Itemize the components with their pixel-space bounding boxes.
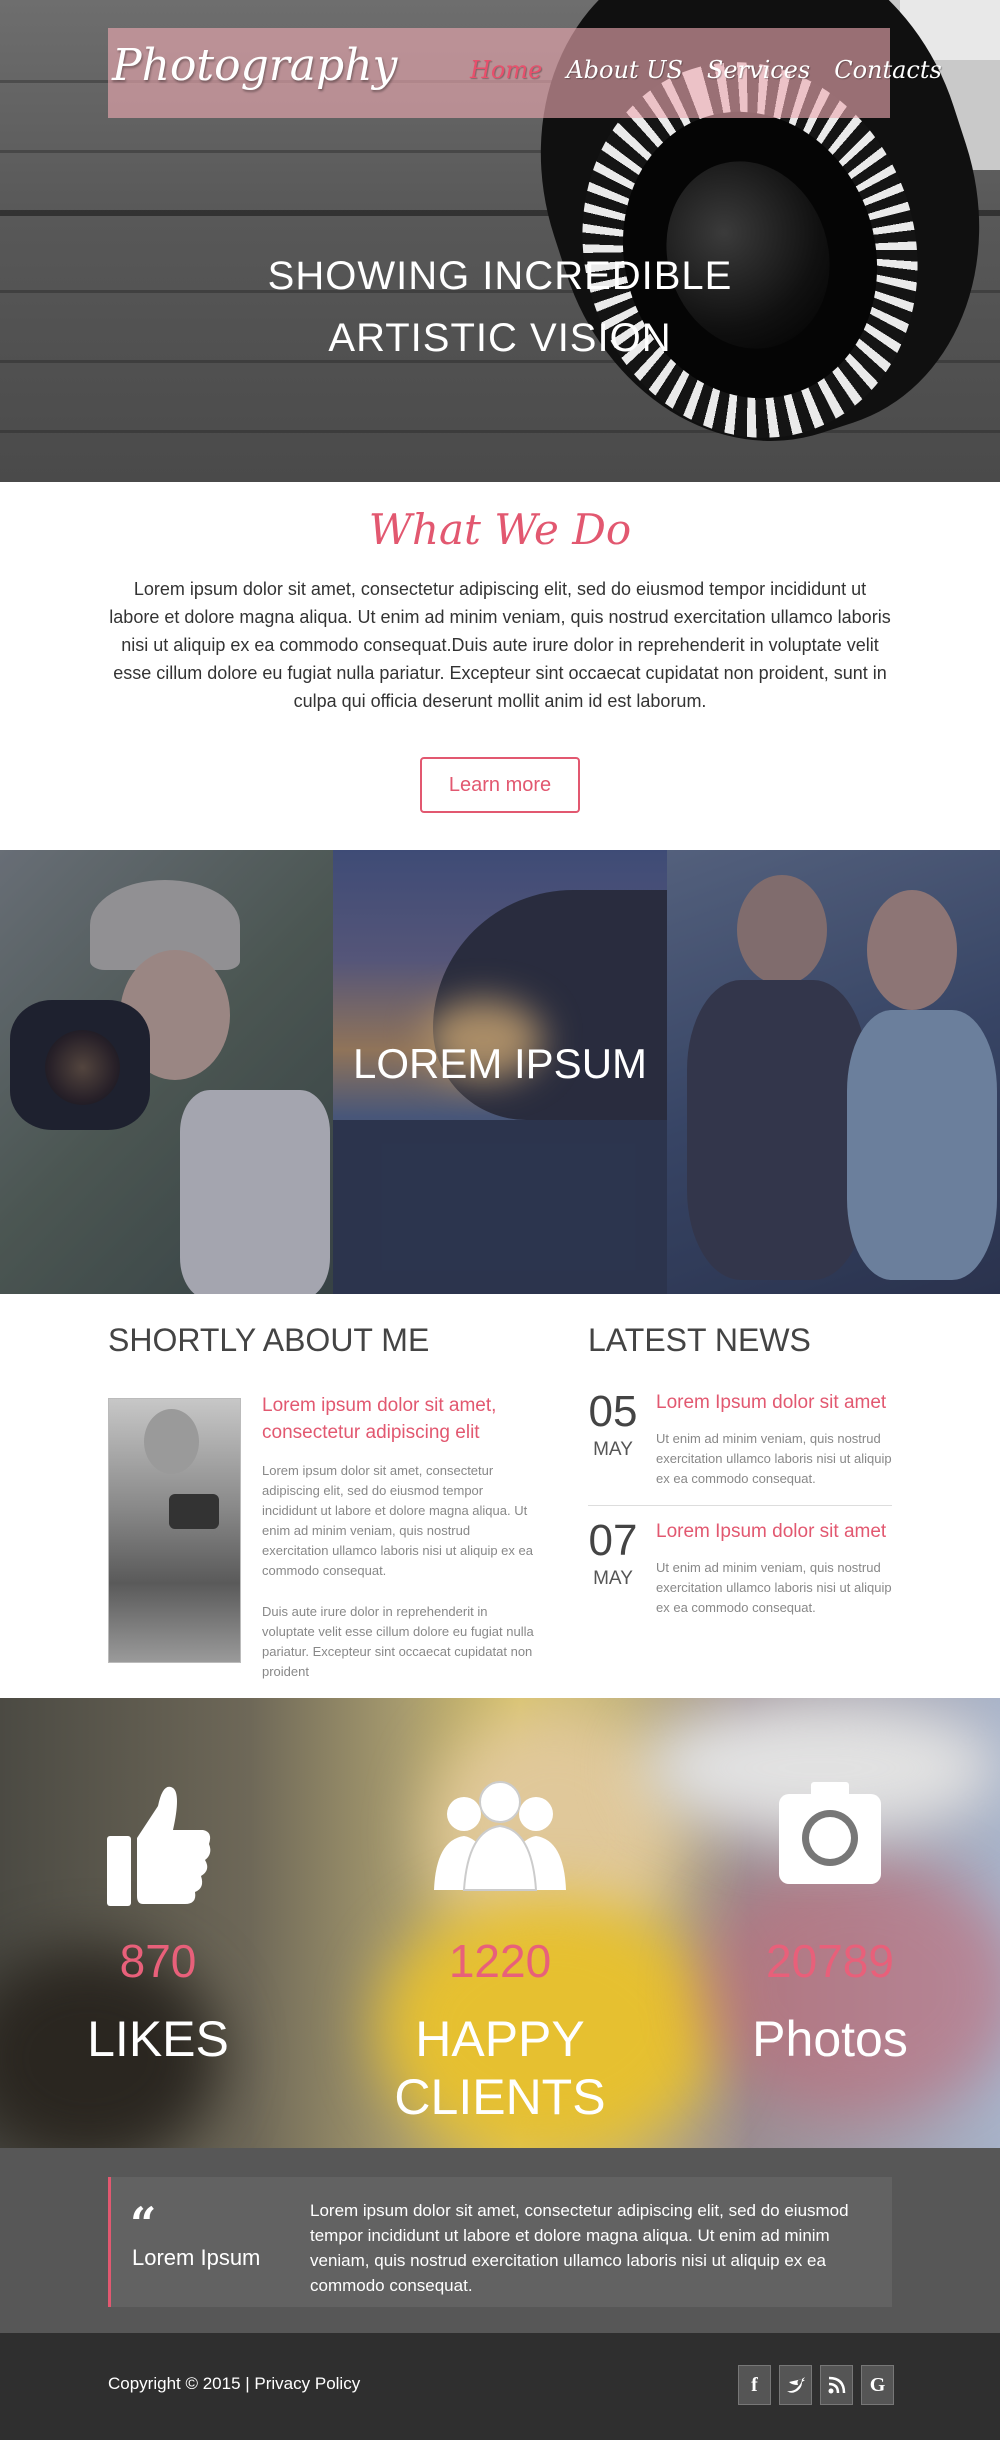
person-head: [144, 1409, 199, 1474]
testimonial-text: Lorem ipsum dolor sit amet, consectetur …: [310, 2201, 849, 2295]
hero-line-1: SHOWING INCREDIBLE: [267, 254, 733, 298]
stat-photos: 20789 Photos: [730, 1698, 930, 2148]
thumbs-up-icon: [103, 1778, 213, 1913]
news-day: 07: [588, 1516, 638, 1565]
about-subheading: Lorem ipsum dolor sit amet, consectetur …: [262, 1395, 497, 1443]
about-paragraph-2: Duis aute irure dolor in reprehenderit i…: [262, 1604, 534, 1679]
about-heading: SHORTLY ABOUT ME: [108, 1322, 430, 1358]
news-text: Ut enim ad minim veniam, quis nostrud ex…: [656, 1431, 892, 1486]
wood-grain: [0, 430, 1000, 433]
stat-happy-clients: 1220 HAPPY CLIENTS: [330, 1698, 670, 2148]
news-title[interactable]: Lorem Ipsum dolor sit amet: [656, 1392, 892, 1414]
news-month: MAY: [593, 1439, 633, 1460]
copyright-text[interactable]: Copyright © 2015 | Privacy Policy: [108, 2374, 360, 2394]
quote-icon: “: [130, 2197, 157, 2251]
testimonial-author: Lorem Ipsum: [132, 2245, 261, 2270]
news-text: Ut enim ad minim veniam, quis nostrud ex…: [656, 1560, 892, 1615]
gallery-title: LOREM IPSUM: [352, 1040, 648, 1087]
gallery-overlay: [0, 850, 333, 1294]
news-item[interactable]: 07 MAY Lorem Ipsum dolor sit amet Ut eni…: [588, 1516, 892, 1626]
about-photo: [108, 1398, 241, 1663]
learn-more-button[interactable]: Learn more: [420, 757, 580, 813]
stat-label: HAPPY CLIENTS: [394, 2011, 606, 2125]
news-item[interactable]: 05 MAY Lorem Ipsum dolor sit amet Ut eni…: [588, 1387, 892, 1497]
google-plus-icon[interactable]: G: [861, 2365, 894, 2405]
nav-home[interactable]: Home: [470, 56, 542, 90]
stats-section: 870 LIKES 1220 HAPPY CLIENTS 20789 Photo…: [0, 1698, 1000, 2148]
rss-icon[interactable]: [820, 2365, 853, 2405]
gallery-photo-photographer[interactable]: [0, 850, 333, 1294]
section-title-what-we-do: What We Do: [368, 505, 632, 554]
camera-in-hands: [169, 1494, 219, 1529]
about-paragraph-1: Lorem ipsum dolor sit amet, consectetur …: [262, 1463, 533, 1578]
gallery-overlay: [667, 850, 1000, 1294]
stat-number: 1220: [448, 1935, 552, 1987]
stat-label: Photos: [752, 2011, 908, 2067]
hero-headline: SHOWING INCREDIBLE ARTISTIC VISION: [0, 245, 1000, 369]
stat-number: 20789: [766, 1935, 894, 1987]
stat-likes: 870 LIKES: [58, 1698, 258, 2148]
news-divider: [588, 1505, 892, 1506]
news-title[interactable]: Lorem Ipsum dolor sit amet: [656, 1521, 892, 1543]
social-links: f G: [738, 2365, 894, 2405]
hero-line-2: ARTISTIC VISION: [328, 316, 672, 360]
nav-contacts[interactable]: Contacts: [834, 56, 942, 90]
news-heading: LATEST NEWS: [588, 1322, 811, 1358]
camera-icon: [775, 1778, 885, 1893]
news-day: 05: [588, 1387, 638, 1436]
site-logo[interactable]: Photography: [112, 40, 397, 91]
twitter-icon[interactable]: [779, 2365, 812, 2405]
nav-services[interactable]: Services: [707, 56, 810, 90]
group-icon: [430, 1778, 570, 1898]
facebook-icon[interactable]: f: [738, 2365, 771, 2405]
stat-label: LIKES: [87, 2011, 229, 2067]
what-we-do-text: Lorem ipsum dolor sit amet, consectetur …: [109, 579, 891, 711]
gallery-photo-couple[interactable]: [667, 850, 1000, 1294]
stat-number: 870: [119, 1935, 197, 1987]
main-nav: Home About US Services Contacts: [470, 56, 966, 90]
nav-about-us[interactable]: About US: [566, 56, 683, 90]
news-month: MAY: [593, 1568, 633, 1589]
